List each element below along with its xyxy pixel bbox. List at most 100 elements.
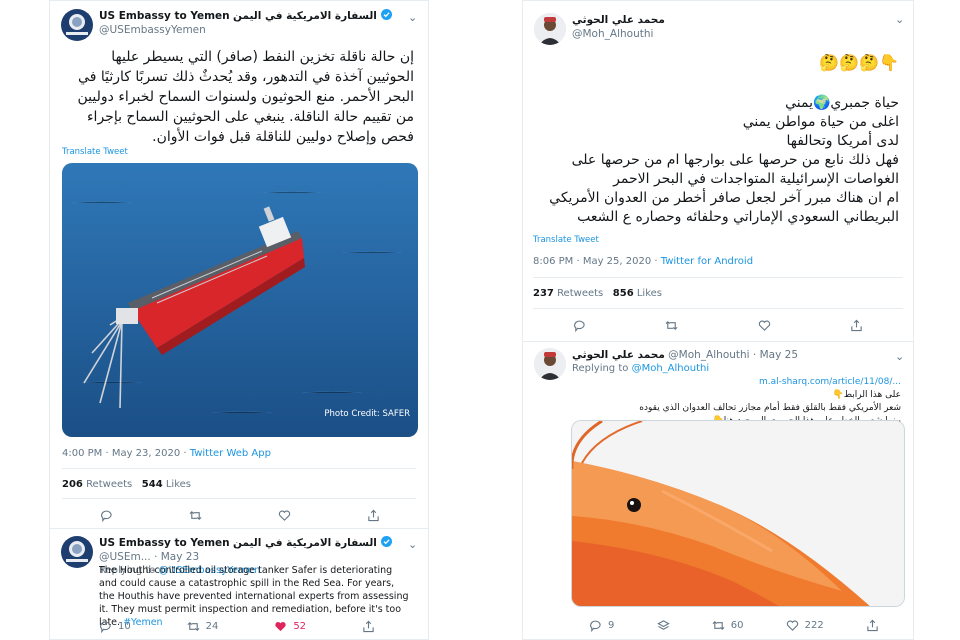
verified-icon bbox=[381, 536, 393, 547]
reply-count: 9 bbox=[608, 620, 615, 631]
tweet-text: حياة جمبري🌍يمني اغلى من حياة مواطن يمني … bbox=[533, 94, 899, 227]
tweet-line: ام ان هناك مبرر آخر لجعل صافر أخطر من ال… bbox=[549, 190, 899, 225]
retweet-icon bbox=[665, 320, 678, 331]
tweet-time[interactable]: 4:00 PM · May 23, 2020 · bbox=[62, 448, 190, 459]
like-icon bbox=[278, 510, 291, 521]
divider bbox=[523, 341, 913, 342]
retweets-label[interactable]: Retweets bbox=[557, 288, 603, 299]
reply-icon bbox=[101, 510, 112, 522]
handle[interactable]: @Moh_Alhouthi bbox=[572, 27, 665, 41]
likes-label[interactable]: Likes bbox=[166, 479, 191, 490]
tweet-header: US Embassy to Yemen السفارة الامريكية في… bbox=[61, 9, 393, 41]
handle-date[interactable]: @Moh_Alhouthi · May 25 bbox=[668, 349, 798, 361]
like-button[interactable]: 222 bbox=[786, 619, 824, 632]
share-button[interactable] bbox=[850, 319, 863, 332]
display-name-arabic[interactable]: السفارة الامريكية في اليمن bbox=[233, 10, 377, 22]
tweet-actions bbox=[100, 509, 380, 522]
display-name-arabic[interactable]: محمد علي الحوثي bbox=[572, 13, 665, 27]
like-count[interactable]: 856 bbox=[613, 288, 634, 299]
divider bbox=[533, 308, 903, 309]
reply-icon bbox=[590, 620, 601, 632]
avatar[interactable] bbox=[61, 536, 93, 568]
like-icon bbox=[275, 622, 286, 632]
share-button[interactable] bbox=[367, 509, 380, 522]
tweet-timestamp: 4:00 PM · May 23, 2020 · Twitter Web App bbox=[62, 448, 271, 459]
reply-button[interactable] bbox=[573, 319, 586, 332]
avatar[interactable] bbox=[534, 348, 566, 380]
retweet-count: 24 bbox=[205, 621, 219, 632]
retweets-label[interactable]: Retweets bbox=[86, 479, 132, 490]
retweet-button[interactable]: 24 bbox=[187, 620, 219, 633]
tweet-header: محمد علي الحوثي @Moh_Alhouthi bbox=[534, 13, 665, 45]
retweet-count: 60 bbox=[730, 620, 744, 631]
display-name[interactable]: US Embassy to Yemen bbox=[99, 537, 230, 549]
avatar[interactable] bbox=[534, 13, 566, 45]
like-count[interactable]: 544 bbox=[142, 479, 163, 490]
share-button[interactable] bbox=[362, 620, 375, 633]
divider bbox=[62, 468, 416, 469]
chevron-down-icon[interactable]: ⌄ bbox=[895, 13, 904, 26]
tweet-line: اغلى من حياة مواطن يمني bbox=[742, 114, 899, 130]
tweet-line: حياة جمبري🌍يمني bbox=[785, 95, 899, 111]
reply-actions: 9 60 222 bbox=[589, 619, 879, 632]
like-button[interactable]: 52 bbox=[274, 620, 306, 633]
tweet-line: فهل ذلك نابع من حرصها على بوارجها ام من … bbox=[571, 152, 899, 187]
tweet-photo[interactable]: Photo Credit: SAFER bbox=[62, 163, 418, 437]
display-name-arabic[interactable]: محمد علي الحوثي bbox=[572, 349, 665, 361]
tweet-stats: 206 Retweets 544 Likes bbox=[62, 479, 191, 490]
emoji-line: 👇🤔🤔🤔 bbox=[819, 53, 899, 72]
divider bbox=[62, 498, 416, 499]
handle[interactable]: @USEmbassyYemen bbox=[99, 23, 393, 37]
tweet-stats: 237 Retweets 856 Likes bbox=[533, 288, 662, 299]
replying-to-link[interactable]: @Moh_Alhouthi bbox=[632, 363, 710, 374]
like-button[interactable] bbox=[758, 319, 771, 332]
photo-credit: Photo Credit: SAFER bbox=[324, 409, 410, 419]
divider bbox=[50, 528, 428, 529]
chevron-down-icon[interactable]: ⌄ bbox=[408, 11, 417, 24]
retweet-count[interactable]: 206 bbox=[62, 479, 83, 490]
share-button[interactable] bbox=[866, 619, 879, 632]
like-button[interactable] bbox=[278, 509, 291, 522]
retweet-button[interactable] bbox=[189, 509, 202, 522]
share-icon bbox=[368, 509, 379, 522]
share-icon bbox=[867, 619, 878, 632]
article-link[interactable]: m.al-sharq.com/article/11/08/... bbox=[572, 376, 901, 389]
chevron-down-icon[interactable]: ⌄ bbox=[408, 538, 417, 551]
likes-label[interactable]: Likes bbox=[637, 288, 662, 299]
translate-tweet-link[interactable]: Translate Tweet bbox=[533, 235, 599, 245]
stack-icon bbox=[656, 620, 670, 630]
reply-button[interactable]: 9 bbox=[589, 619, 614, 632]
stack-button[interactable] bbox=[656, 619, 670, 632]
reply-icon bbox=[100, 621, 111, 633]
retweet-button[interactable] bbox=[665, 319, 678, 332]
chevron-down-icon[interactable]: ⌄ bbox=[895, 350, 904, 363]
retweet-count[interactable]: 237 bbox=[533, 288, 554, 299]
display-name[interactable]: US Embassy to Yemen bbox=[99, 10, 230, 22]
tweet-actions bbox=[573, 319, 863, 332]
tweet-text: إن حالة ناقلة تخزين النفط (صافر) التي يس… bbox=[77, 49, 415, 145]
tweet-timestamp: 8:06 PM · May 25, 2020 · Twitter for And… bbox=[533, 256, 753, 267]
avatar[interactable] bbox=[61, 9, 93, 41]
tweet-time[interactable]: 8:06 PM · May 25, 2020 · bbox=[533, 256, 661, 267]
share-icon bbox=[851, 319, 862, 332]
handle-date[interactable]: @USEm... · May 23 bbox=[99, 551, 199, 563]
reply-button[interactable] bbox=[100, 509, 113, 522]
reply-line: شعر الأمريكي فقط بالقلق فقط أمام مجازر ت… bbox=[639, 403, 901, 413]
like-count: 222 bbox=[804, 620, 824, 631]
reply-button[interactable]: 10 bbox=[99, 620, 131, 633]
tweet-source[interactable]: Twitter for Android bbox=[661, 256, 753, 267]
verified-icon bbox=[381, 9, 393, 20]
retweet-icon bbox=[187, 621, 200, 632]
translate-tweet-link[interactable]: Translate Tweet bbox=[62, 147, 128, 157]
reply-icon bbox=[574, 320, 585, 332]
tweet-source[interactable]: Twitter Web App bbox=[190, 448, 271, 459]
reply-actions: 10 24 52 bbox=[99, 620, 375, 633]
retweet-button[interactable]: 60 bbox=[712, 619, 744, 632]
like-icon bbox=[786, 620, 798, 631]
reply-count: 10 bbox=[118, 621, 131, 632]
reply-photo[interactable] bbox=[571, 420, 905, 607]
retweet-icon bbox=[712, 620, 725, 631]
share-icon bbox=[363, 620, 374, 633]
display-name-arabic[interactable]: السفارة الامريكية في اليمن bbox=[233, 537, 377, 549]
retweet-icon bbox=[189, 510, 202, 521]
